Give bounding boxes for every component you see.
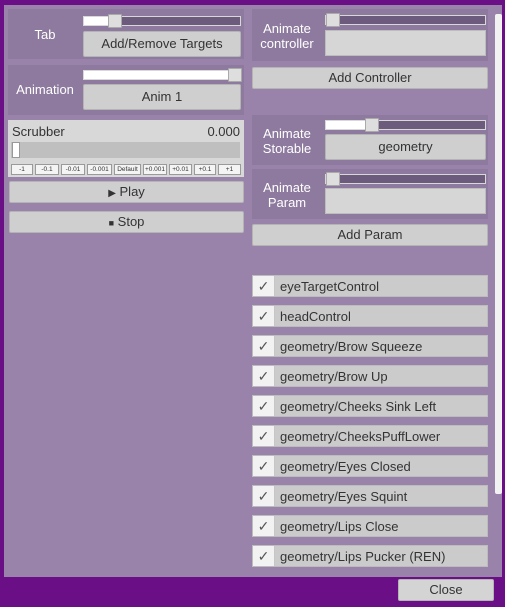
scrubber-handle[interactable] <box>12 142 20 158</box>
add-param-button[interactable]: Add Param <box>252 224 488 246</box>
target-list-item-label: headControl <box>280 309 351 324</box>
step-button[interactable]: -0.001 <box>87 164 112 175</box>
scrubber-label: Scrubber <box>12 124 65 139</box>
stop-label: Stop <box>117 214 145 229</box>
scrubber-slider[interactable] <box>11 142 240 158</box>
checkmark-icon[interactable]: ✓ <box>253 546 275 566</box>
controller-slider[interactable] <box>325 13 486 27</box>
checkmark-icon[interactable]: ✓ <box>253 336 275 356</box>
storable-label: Animate Storable <box>262 126 312 156</box>
stop-button[interactable]: ■ Stop <box>9 211 244 233</box>
target-list-item[interactable]: ✓ geometry/Cheeks Sink Left <box>252 395 488 417</box>
param-select[interactable] <box>325 188 486 214</box>
target-list-item[interactable]: ✓ eyeTargetControl <box>252 275 488 297</box>
target-list-item-label: geometry/Eyes Closed <box>280 459 411 474</box>
step-button[interactable]: +1 <box>218 164 241 175</box>
scrollbar-thumb[interactable] <box>495 14 502 494</box>
target-list-item[interactable]: ✓ geometry/Eyes Squint <box>252 485 488 507</box>
checkmark-icon[interactable]: ✓ <box>253 366 275 386</box>
animation-label: Animation <box>16 82 74 97</box>
step-button[interactable]: -0.1 <box>35 164 59 175</box>
tab-label: Tab <box>34 27 56 42</box>
checkmark-icon[interactable]: ✓ <box>253 456 275 476</box>
storable-slider[interactable] <box>325 118 486 132</box>
step-button[interactable]: -1 <box>11 164 33 175</box>
scrubber-value: 0.000 <box>207 124 240 139</box>
tab-slider[interactable] <box>83 14 241 28</box>
controller-slider-handle[interactable] <box>326 13 340 27</box>
target-list-item[interactable]: ✓ headControl <box>252 305 488 327</box>
checkmark-icon[interactable]: ✓ <box>253 426 275 446</box>
close-button[interactable]: Close <box>398 579 494 601</box>
checkmark-icon[interactable]: ✓ <box>253 276 275 296</box>
target-list-item-label: eyeTargetControl <box>280 279 379 294</box>
play-icon: ▶ <box>108 188 116 199</box>
target-list-item[interactable]: ✓ geometry/Brow Squeeze <box>252 335 488 357</box>
target-list-item-label: geometry/Eyes Squint <box>280 489 408 504</box>
param-label: Animate Param <box>263 180 311 210</box>
checkmark-icon[interactable]: ✓ <box>253 396 275 416</box>
step-button[interactable]: +0.1 <box>194 164 216 175</box>
stop-icon: ■ <box>108 218 115 228</box>
play-label: Play <box>119 184 145 199</box>
controller-label: Animate controller <box>260 21 314 51</box>
target-list-item[interactable]: ✓ geometry/Lips Pucker (REN) <box>252 545 488 567</box>
target-list-item[interactable]: ✓ geometry/Lips Close <box>252 515 488 537</box>
animation-slider[interactable] <box>83 68 242 82</box>
animation-slider-handle[interactable] <box>228 68 242 82</box>
target-list-item[interactable]: ✓ geometry/Brow Up <box>252 365 488 387</box>
storable-slider-handle[interactable] <box>365 118 379 132</box>
target-list-item-label: geometry/CheeksPuffLower <box>280 429 441 444</box>
tab-slider-handle[interactable] <box>108 14 122 28</box>
animation-select[interactable]: Anim 1 <box>83 84 241 110</box>
step-button[interactable]: Default <box>114 164 141 175</box>
storable-row: Animate Storable geometry <box>252 115 488 165</box>
tab-row: Tab Add/Remove Targets <box>8 9 244 59</box>
checkmark-icon[interactable]: ✓ <box>253 486 275 506</box>
controller-select[interactable] <box>325 30 486 56</box>
animation-panel: Tab Add/Remove Targets Animation Anim 1 … <box>4 5 502 577</box>
checkmark-icon[interactable]: ✓ <box>253 306 275 326</box>
target-list-item-label: geometry/Lips Pucker (REN) <box>280 549 446 564</box>
step-button[interactable]: +0.001 <box>143 164 167 175</box>
target-list-item[interactable]: ✓ geometry/Eyes Closed <box>252 455 488 477</box>
param-slider-handle[interactable] <box>326 172 340 186</box>
controller-row: Animate controller <box>252 9 488 61</box>
step-button[interactable]: +0.01 <box>169 164 192 175</box>
target-list-item-label: geometry/Cheeks Sink Left <box>280 399 437 414</box>
storable-select[interactable]: geometry <box>325 134 486 160</box>
param-row: Animate Param <box>252 169 488 219</box>
target-list-item-label: geometry/Brow Squeeze <box>280 339 423 354</box>
play-button[interactable]: ▶ Play <box>9 181 244 203</box>
add-remove-targets-button[interactable]: Add/Remove Targets <box>83 31 241 57</box>
param-slider[interactable] <box>325 172 486 186</box>
step-button[interactable]: -0.01 <box>61 164 85 175</box>
checkmark-icon[interactable]: ✓ <box>253 516 275 536</box>
target-list-item[interactable]: ✓ geometry/CheeksPuffLower <box>252 425 488 447</box>
add-controller-button[interactable]: Add Controller <box>252 67 488 89</box>
animation-row: Animation Anim 1 <box>8 65 244 115</box>
target-list-item-label: geometry/Lips Close <box>280 519 399 534</box>
target-list-item-label: geometry/Brow Up <box>280 369 388 384</box>
